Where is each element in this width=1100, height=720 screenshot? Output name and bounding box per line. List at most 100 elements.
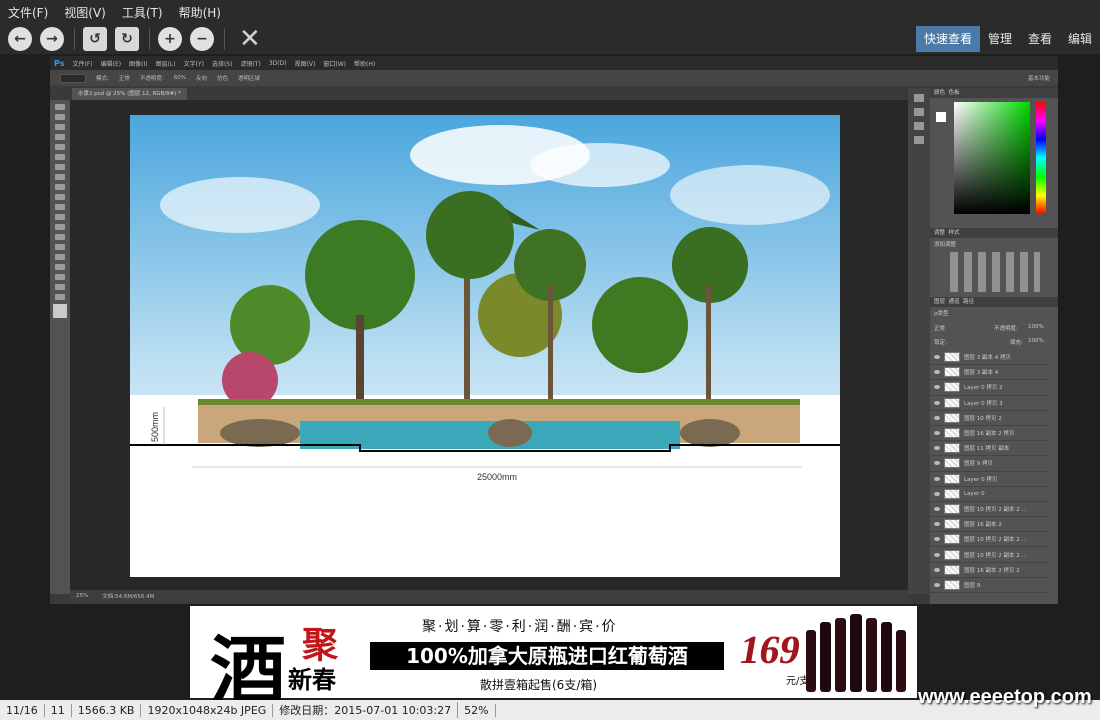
tab-manage[interactable]: 管理: [980, 26, 1020, 52]
tab-quick-view[interactable]: 快速查看: [915, 26, 980, 52]
eye-icon[interactable]: [934, 506, 940, 511]
layer-row[interactable]: 图层 10 拷贝 2 副本 2 ...: [930, 532, 1050, 548]
layer-row[interactable]: 图层 11 拷贝 副本: [930, 441, 1050, 457]
move-tool-icon[interactable]: [55, 104, 65, 110]
rotate-left-icon[interactable]: ↺: [83, 27, 107, 51]
menu-help[interactable]: 帮助(H): [171, 4, 229, 21]
character-panel-icon[interactable]: [914, 136, 924, 144]
eye-icon[interactable]: [934, 537, 940, 542]
menu-view[interactable]: 视图(V): [56, 4, 114, 21]
layer-row[interactable]: 图层 10 拷贝 2 副本 2 ...: [930, 547, 1050, 563]
eye-icon[interactable]: [934, 461, 940, 466]
stamp-tool-icon[interactable]: [55, 184, 65, 190]
menu-tools[interactable]: 工具(T): [114, 4, 171, 21]
history-brush-icon[interactable]: [55, 194, 65, 200]
ps-menu-item[interactable]: 3D(D): [269, 60, 287, 67]
ps-menu-item[interactable]: 选择(S): [212, 59, 233, 68]
ps-menu-item[interactable]: 滤镜(T): [240, 59, 260, 68]
marquee-tool-icon[interactable]: [55, 114, 65, 120]
brush-tool-icon[interactable]: [55, 174, 65, 180]
shape-tool-icon[interactable]: [55, 274, 65, 280]
layer-row[interactable]: 图层 16 副本 2 拷贝 2: [930, 563, 1050, 578]
document-tab[interactable]: 水景2.psd @ 25% (图层 12, RGB/8#) *: [72, 88, 187, 100]
eye-icon[interactable]: [934, 415, 940, 420]
eraser-icon[interactable]: [55, 204, 65, 210]
history-panel-icon[interactable]: [914, 94, 924, 102]
zoom-level[interactable]: 52%: [458, 703, 496, 717]
dither-checkbox[interactable]: 仿色: [217, 74, 228, 82]
magic-wand-icon[interactable]: [55, 134, 65, 140]
rotate-right-icon[interactable]: ↻: [115, 27, 139, 51]
ps-menu-item[interactable]: 窗口(W): [323, 59, 346, 68]
opacity-input[interactable]: 60%: [174, 75, 186, 81]
layer-filter[interactable]: ρ类型: [934, 309, 949, 317]
tab-layers[interactable]: 图层: [934, 299, 945, 305]
blend-mode-select[interactable]: 正常: [934, 324, 945, 332]
path-select-icon[interactable]: [55, 264, 65, 270]
layer-row[interactable]: 图层 9 拷贝: [930, 456, 1050, 472]
tab-color[interactable]: 颜色: [934, 90, 945, 96]
zoom-in-icon[interactable]: +: [158, 27, 182, 51]
tab-view[interactable]: 查看: [1020, 26, 1060, 52]
eye-icon[interactable]: [934, 491, 940, 496]
gradient-swatch[interactable]: [60, 73, 86, 83]
mode-select[interactable]: 正常: [119, 74, 130, 82]
ps-menu-item[interactable]: 文件(F): [72, 59, 92, 68]
eye-icon[interactable]: [934, 522, 940, 527]
tab-styles[interactable]: 样式: [949, 230, 960, 236]
type-tool-icon[interactable]: [55, 254, 65, 260]
workspace-select[interactable]: 基本功能: [1028, 74, 1050, 82]
eye-icon[interactable]: [934, 476, 940, 481]
hue-slider[interactable]: [1036, 102, 1046, 214]
layer-row[interactable]: 图层 16 副本 2: [930, 517, 1050, 533]
eye-icon[interactable]: [934, 446, 940, 451]
zoom-out-icon[interactable]: −: [190, 27, 214, 51]
zoom-tool-icon[interactable]: [55, 294, 65, 300]
lasso-tool-icon[interactable]: [55, 124, 65, 130]
wine-advertisement[interactable]: 酒 聚 新春 聚·划·算·零·利·润·酬·宾·价 100%加拿大原瓶进口红葡萄酒…: [190, 606, 917, 716]
layer-opacity-input[interactable]: 100%: [1028, 324, 1044, 330]
brush-panel-icon[interactable]: [914, 122, 924, 130]
layer-row[interactable]: 图层 16 副本 2 拷贝: [930, 426, 1050, 442]
gradient-tool-icon[interactable]: [55, 214, 65, 220]
foreground-color[interactable]: [936, 112, 946, 122]
layer-row[interactable]: Layer 0: [930, 487, 1050, 502]
layer-row[interactable]: Layer 0 拷贝 3: [930, 396, 1050, 411]
ps-zoom[interactable]: 25%: [76, 593, 88, 599]
healing-brush-icon[interactable]: [55, 164, 65, 170]
forward-icon[interactable]: →: [40, 27, 64, 51]
ps-menu-item[interactable]: 帮助(H): [354, 59, 375, 68]
ps-menu-item[interactable]: 图层(L): [156, 59, 176, 68]
adjustment-icons[interactable]: [950, 252, 1040, 292]
layer-row[interactable]: 图层 3 副本 4 拷贝: [930, 350, 1050, 366]
eye-icon[interactable]: [934, 567, 940, 572]
document-canvas[interactable]: 25000mm 500mm: [130, 115, 840, 577]
eyedropper-icon[interactable]: [55, 154, 65, 160]
fill-input[interactable]: 100%: [1028, 338, 1044, 344]
eye-icon[interactable]: [934, 370, 940, 375]
ps-menu-item[interactable]: 视图(V): [295, 59, 316, 68]
crop-tool-icon[interactable]: [55, 144, 65, 150]
ps-menu-item[interactable]: 编辑(E): [101, 59, 121, 68]
menu-file[interactable]: 文件(F): [0, 4, 56, 21]
layer-row[interactable]: 图层 3 副本 4: [930, 365, 1050, 381]
layer-row[interactable]: 图层 9: [930, 578, 1050, 593]
delete-icon[interactable]: ✕: [239, 26, 261, 52]
eye-icon[interactable]: [934, 552, 940, 557]
ps-menu-item[interactable]: 图像(I): [129, 59, 147, 68]
tab-paths[interactable]: 路径: [963, 299, 974, 305]
layer-row[interactable]: Layer 0 拷贝 2: [930, 380, 1050, 396]
hand-tool-icon[interactable]: [55, 284, 65, 290]
tab-adjustments[interactable]: 调整: [934, 230, 945, 236]
back-icon[interactable]: ←: [8, 27, 32, 51]
tab-swatches[interactable]: 色板: [949, 90, 960, 96]
eye-icon[interactable]: [934, 431, 940, 436]
blur-tool-icon[interactable]: [55, 224, 65, 230]
eye-icon[interactable]: [934, 355, 940, 360]
ps-menu-item[interactable]: 文字(Y): [184, 59, 204, 68]
eye-icon[interactable]: [934, 582, 940, 587]
eye-icon[interactable]: [934, 400, 940, 405]
tab-edit[interactable]: 编辑: [1060, 26, 1100, 52]
eye-icon[interactable]: [934, 385, 940, 390]
transparency-checkbox[interactable]: 透明区域: [238, 74, 260, 82]
